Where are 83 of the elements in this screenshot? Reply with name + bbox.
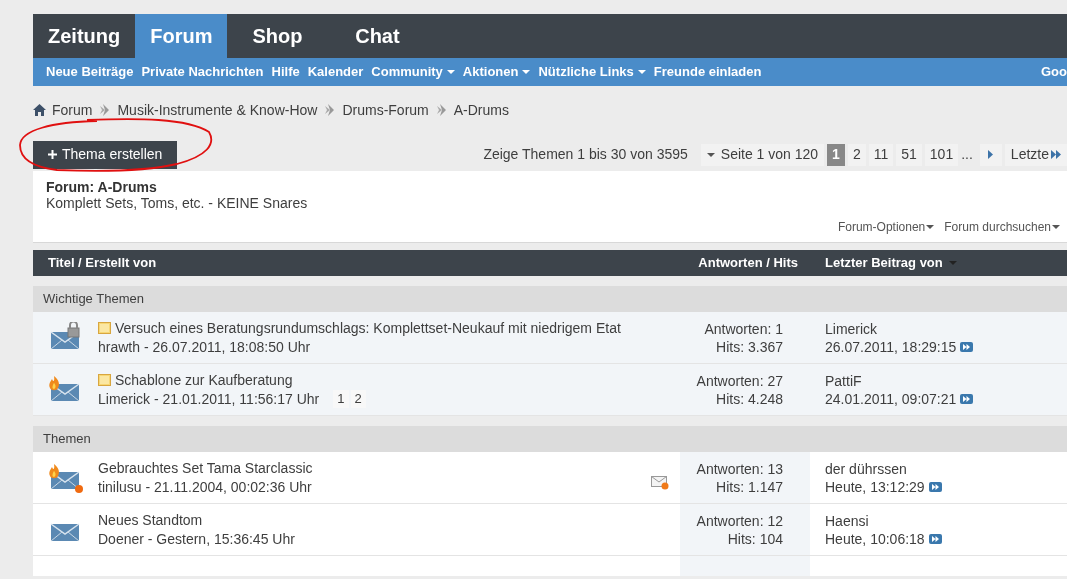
last-post-time: 24.01.2011, 09:07:21 (825, 389, 957, 408)
nav-tab[interactable]: Zeitung (33, 14, 136, 58)
page-link[interactable]: 51 (896, 143, 922, 166)
breadcrumb-current: A-Drums (453, 100, 509, 120)
nav-link[interactable]: Neue Beiträge (46, 62, 134, 82)
flame-envelope-icon (47, 461, 84, 494)
caret-icon (926, 225, 935, 229)
last-poster-name[interactable]: PattiF (825, 371, 974, 390)
tools-dropdown[interactable]: Forum-Optionen (837, 218, 935, 236)
section-title: Wichtige Themen (43, 290, 144, 309)
page-jump-dropdown[interactable]: Seite 1 von 120 (700, 143, 825, 166)
column-heading: Titel / Erstellt von (47, 254, 158, 273)
forum-description: Komplett Sets, Toms, etc. - KEINE Snares (46, 195, 309, 212)
page-link[interactable]: 2 (350, 390, 366, 408)
reply-count: Antworten: 13 (696, 459, 783, 478)
chevron-icon (100, 104, 110, 116)
breadcrumb-link[interactable]: Drums-Forum (342, 99, 429, 121)
home-icon (33, 104, 46, 116)
nav-link[interactable]: Private Nachrichten (141, 62, 264, 82)
thread-title[interactable]: Neues Standtom (98, 511, 203, 529)
nav-link[interactable]: Goo (1041, 62, 1067, 82)
hit-count: Hits: 104 (727, 529, 783, 548)
thread-title[interactable]: Gebrauchtes Set Tama Starclassic (98, 459, 313, 477)
double-arrow-icon (1051, 150, 1061, 159)
nav-tab[interactable]: Chat (327, 14, 428, 58)
nav-link[interactable]: Aktionen (462, 62, 531, 82)
thread-title[interactable]: Versuch eines Beratungsrundumschlags: Komplettset-Neukauf mit niedrigem Etat (115, 319, 621, 337)
chevron-icon (436, 104, 446, 116)
tools-dropdown[interactable]: Forum durchsuchen (944, 218, 1060, 236)
new-thread-button[interactable]: Thema erstellen (33, 140, 178, 169)
hit-count: Hits: 1.147 (716, 477, 783, 496)
thread-row[interactable]: Schablone zur Kaufberatung Limerick - 21.01.2011, 11:56:17 Uhr 1 2 Antworten: 27 Hits: 4.248 PattiF 24.01.2011, 09:07:21 (33, 364, 1067, 416)
nav-link[interactable]: Kalender (307, 62, 364, 82)
last-post-time: Heute, 13:12:29 (825, 477, 925, 496)
column-heading[interactable]: Letzter Beitrag von (825, 253, 957, 273)
nav-link[interactable]: Hilfe (271, 62, 300, 82)
last-poster-name[interactable]: Limerick (825, 319, 974, 338)
sort-caret-icon (948, 261, 957, 265)
thread-author-date: tinilusu - 21.11.2004, 00:02:36 Uhr (98, 478, 312, 496)
caret-icon (706, 152, 715, 157)
last-post-time: 26.07.2011, 18:29:15 (825, 337, 957, 356)
next-page-button[interactable] (979, 143, 1002, 166)
column-heading: Antworten / Hits (697, 254, 798, 273)
go-to-post-icon (960, 393, 974, 404)
nav-link[interactable]: Nützliche Links (538, 62, 646, 82)
ellipsis: ... (961, 145, 973, 164)
thread-author-date: Doener - Gestern, 15:36:45 Uhr (98, 530, 295, 548)
forum-title: Forum: A-Drums (46, 179, 158, 195)
page-link[interactable]: 2 (847, 143, 866, 166)
chevron-icon (325, 104, 335, 116)
nav-link[interactable]: Community (371, 62, 455, 82)
caret-icon (1052, 225, 1060, 229)
page-link[interactable]: 1 (333, 390, 349, 408)
thread-count: Zeige Themen 1 bis 30 von 3595 (483, 145, 688, 164)
breadcrumb-link[interactable]: Musik-Instrumente & Know-How (117, 99, 318, 121)
section-title: Themen (43, 430, 91, 449)
nav-link[interactable]: Freunde einladen (653, 62, 762, 82)
thread-row[interactable]: Neues Standtom Doener - Gestern, 15:36:45 Uhr Antworten: 12 Hits: 104 Haensi Heute, 10:06:18 (33, 504, 1067, 556)
thread-author-date: hrawth - 26.07.2011, 18:08:50 Uhr (98, 338, 311, 356)
arrow-right-icon (988, 150, 994, 159)
last-page-link[interactable]: Letzte (1004, 143, 1067, 166)
go-to-post-icon (960, 341, 974, 352)
reply-count: Antworten: 27 (696, 371, 783, 390)
plus-icon (48, 150, 57, 159)
go-to-post-icon (928, 533, 942, 544)
page-link[interactable]: 1 (827, 143, 845, 166)
last-poster-name[interactable]: der dührssen (825, 459, 942, 478)
page-link[interactable]: 11 (868, 143, 894, 166)
hit-count: Hits: 4.248 (716, 389, 783, 408)
nav-tab[interactable]: Shop (227, 14, 328, 58)
breadcrumb-link[interactable]: Forum (52, 99, 93, 121)
thread-author-date: Limerick - 21.01.2011, 11:56:17 Uhr (98, 390, 320, 408)
thread-title[interactable]: Schablone zur Kaufberatung (115, 371, 293, 389)
thread-row[interactable]: Gebrauchtes Set Tama Starclassic tinilusu - 21.11.2004, 00:02:36 Uhr Antworten: 13 Hits: 1.147 der dührssen Heute, 13:12:29 (33, 452, 1067, 504)
last-post-time: Heute, 10:06:18 (825, 529, 925, 548)
go-to-post-icon (928, 481, 942, 492)
reply-count: Antworten: 12 (696, 511, 783, 530)
hit-count: Hits: 3.367 (716, 337, 783, 356)
nav-tab[interactable]: Forum (135, 14, 228, 58)
page-link[interactable]: 101 (924, 143, 959, 166)
reply-count: Antworten: 1 (704, 319, 783, 338)
last-poster-name[interactable]: Haensi (825, 511, 942, 530)
thread-row[interactable]: Versuch eines Beratungsrundumschlags: Komplettset-Neukauf mit niedrigem Etat hrawth - 26.07.2011, 18:08:50 Uhr Antworten: 1 Hits: 3.367 Limerick 26.07.2011, 18:29:15 (33, 312, 1067, 364)
